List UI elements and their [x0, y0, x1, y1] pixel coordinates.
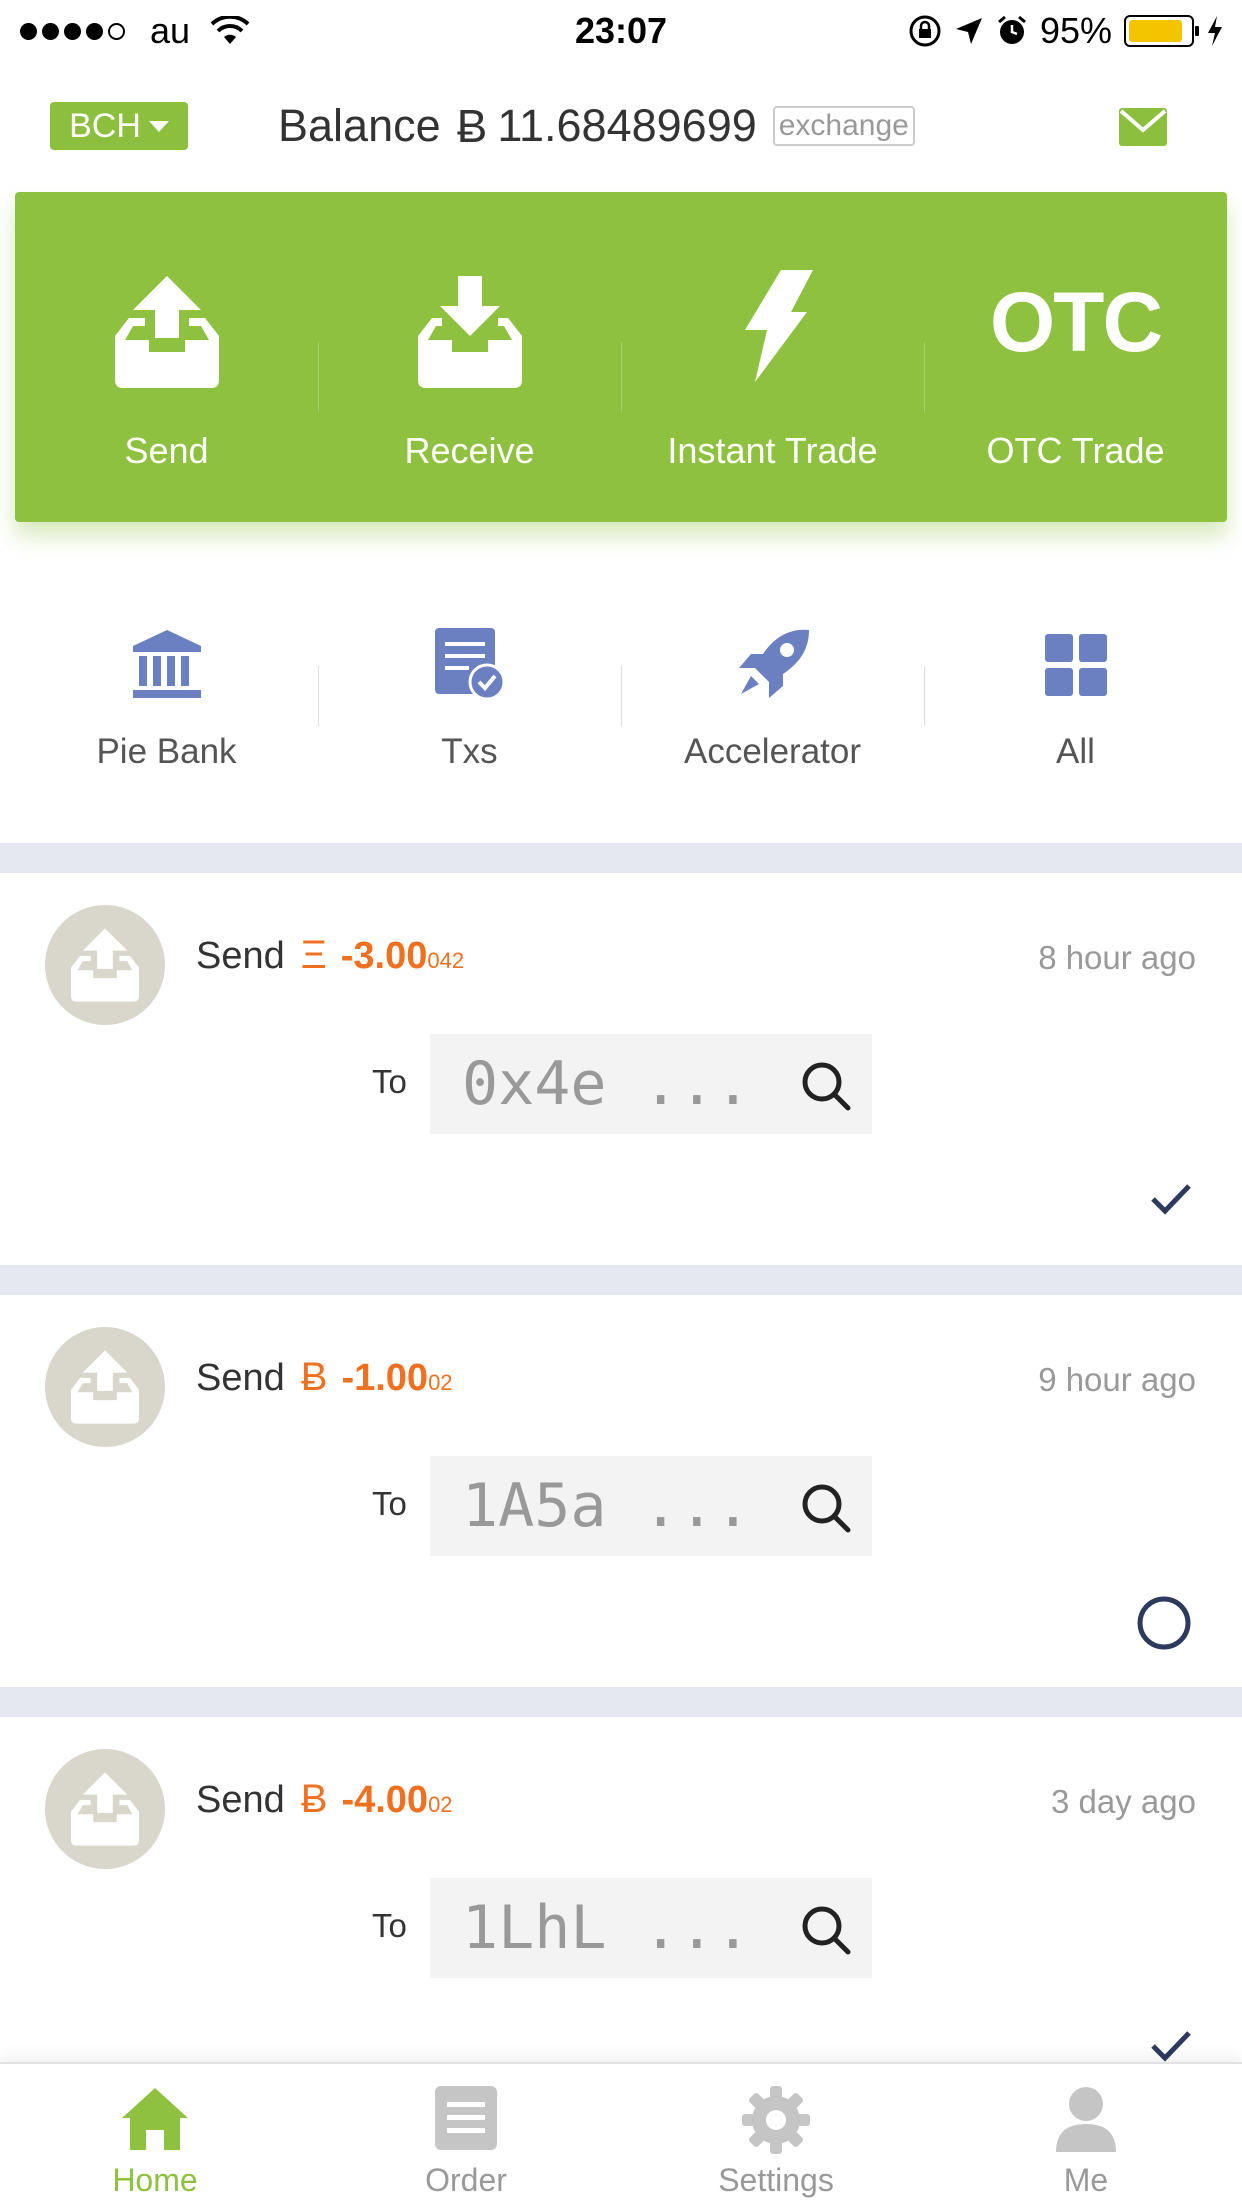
- search-icon[interactable]: [800, 1060, 852, 1112]
- otc-text-icon: OTC: [989, 275, 1163, 369]
- battery-percent: 95%: [1039, 10, 1112, 51]
- checkmark-icon: [1151, 2031, 1191, 2062]
- tx-amount-fraction: 02: [428, 1370, 453, 1395]
- tx-type: Send: [196, 1779, 285, 1821]
- rotation-lock-icon: [909, 15, 941, 47]
- accelerator-label: Accelerator: [683, 732, 862, 771]
- receive-label: Receive: [404, 430, 535, 471]
- section-separator: [0, 843, 1242, 873]
- tab-home-label: Home: [112, 2162, 198, 2198]
- tab-settings[interactable]: Settings: [621, 2064, 931, 2210]
- send-label: Send: [124, 430, 209, 471]
- grid-icon: [1044, 634, 1107, 696]
- tx-amount-fraction: 02: [428, 1792, 453, 1817]
- tx-address-text: 1A5a ...: [462, 1471, 751, 1541]
- ether-symbol-icon: Ξ: [300, 933, 327, 977]
- shortcut-row: Pie Bank Txs Accelerator All: [0, 600, 1242, 820]
- tx-summary: Send Ξ -3.00 042: [196, 933, 464, 978]
- send-avatar-icon: [45, 1749, 165, 1869]
- order-icon: [435, 2086, 497, 2150]
- pie-bank-shortcut[interactable]: Pie Bank: [15, 600, 318, 820]
- tx-time: 3 day ago: [1051, 1783, 1196, 1820]
- tab-bar: Home Order Settings Me: [0, 2062, 1242, 2210]
- txs-shortcut[interactable]: Txs: [318, 600, 621, 820]
- bank-icon: [132, 630, 201, 698]
- pending-circle-icon: [1137, 1596, 1191, 1650]
- balance-label: Balance: [278, 100, 441, 151]
- search-icon[interactable]: [800, 1904, 852, 1956]
- bitcoin-cash-symbol-icon: Ƀ: [300, 1777, 328, 1821]
- tx-address[interactable]: 0x4e ...: [430, 1034, 872, 1134]
- charging-bolt-icon: [1208, 16, 1222, 46]
- transaction-item[interactable]: Send Ξ -3.00 042 8 hour ago To 0x4e ...: [0, 873, 1242, 1265]
- tx-amount: -4.00: [341, 1779, 429, 1821]
- tx-amount: -3.00: [340, 935, 428, 977]
- tx-summary: Send Ƀ -1.00 02: [196, 1355, 453, 1400]
- checkmark-icon: [1151, 1184, 1191, 1215]
- tab-home[interactable]: Home: [0, 2064, 310, 2210]
- status-bar: au 23:07 95%: [0, 0, 1242, 62]
- rocket-icon: [738, 629, 809, 698]
- transaction-item[interactable]: Send Ƀ -1.00 02 9 hour ago To 1A5a ...: [0, 1295, 1242, 1687]
- status-right: 95%: [908, 10, 1224, 52]
- accelerator-shortcut[interactable]: Accelerator: [621, 600, 924, 820]
- tx-summary: Send Ƀ -4.00 02: [196, 1777, 453, 1822]
- txs-label: Txs: [441, 732, 498, 771]
- send-avatar-icon: [45, 905, 165, 1025]
- tab-me[interactable]: Me: [931, 2064, 1241, 2210]
- tx-amount-fraction: 042: [427, 948, 465, 973]
- tab-me-label: Me: [1063, 2162, 1109, 2198]
- mail-icon[interactable]: [1119, 108, 1167, 146]
- tx-amount: -1.00: [341, 1357, 429, 1399]
- tx-to-label: To: [372, 1907, 407, 1944]
- balance: Balance Ƀ 11.68489699 exchange: [278, 96, 915, 156]
- send-avatar-icon: [45, 1327, 165, 1447]
- home-icon: [122, 2088, 188, 2150]
- tx-time: 8 hour ago: [1038, 939, 1196, 976]
- instant-trade-label: Instant Trade: [667, 430, 878, 471]
- battery-icon: [1124, 15, 1199, 47]
- section-separator: [0, 1687, 1242, 1717]
- lightning-icon: [744, 270, 813, 382]
- person-icon: [1056, 2087, 1116, 2152]
- tx-type: Send: [196, 1357, 285, 1399]
- tx-time: 9 hour ago: [1038, 1361, 1196, 1398]
- tx-type: Send: [196, 935, 285, 977]
- all-shortcut[interactable]: All: [924, 600, 1227, 820]
- tab-order[interactable]: Order: [311, 2064, 621, 2210]
- coin-selector[interactable]: BCH: [50, 102, 188, 150]
- receive-action[interactable]: Receive: [318, 192, 621, 522]
- caret-down-icon: [148, 120, 169, 132]
- all-label: All: [1056, 732, 1095, 771]
- location-arrow-icon: [955, 18, 982, 44]
- gear-icon: [742, 2086, 810, 2154]
- tx-to-label: To: [372, 1485, 407, 1522]
- action-panel: Send Receive Instant Trade OTC OTC Trade: [15, 192, 1227, 522]
- bitcoin-cash-symbol-icon: Ƀ: [456, 100, 488, 152]
- tx-address[interactable]: 1LhL ...: [430, 1878, 872, 1978]
- send-tray-icon: [114, 276, 219, 388]
- tab-settings-label: Settings: [718, 2162, 834, 2198]
- exchange-button[interactable]: exchange: [772, 106, 915, 146]
- balance-value: 11.68489699: [497, 100, 757, 151]
- tx-address-text: 1LhL ...: [462, 1893, 751, 1963]
- otc-trade-label: OTC Trade: [986, 430, 1165, 471]
- tx-address[interactable]: 1A5a ...: [430, 1456, 872, 1556]
- document-check-icon: [434, 628, 505, 700]
- send-action[interactable]: Send: [15, 192, 318, 522]
- alarm-icon: [997, 15, 1026, 44]
- coin-selector-label: BCH: [69, 106, 141, 145]
- tab-order-label: Order: [425, 2162, 507, 2198]
- tx-address-text: 0x4e ...: [462, 1049, 751, 1119]
- instant-trade-action[interactable]: Instant Trade: [621, 192, 924, 522]
- search-icon[interactable]: [800, 1482, 852, 1534]
- receive-tray-icon: [417, 276, 522, 388]
- transaction-item[interactable]: Send Ƀ -4.00 02 3 day ago To 1LhL ...: [0, 1717, 1242, 2062]
- tx-to-label: To: [372, 1063, 407, 1100]
- bitcoin-cash-symbol-icon: Ƀ: [300, 1355, 328, 1399]
- section-separator: [0, 1265, 1242, 1295]
- otc-trade-action[interactable]: OTC OTC Trade: [924, 192, 1227, 522]
- pie-bank-label: Pie Bank: [96, 732, 237, 771]
